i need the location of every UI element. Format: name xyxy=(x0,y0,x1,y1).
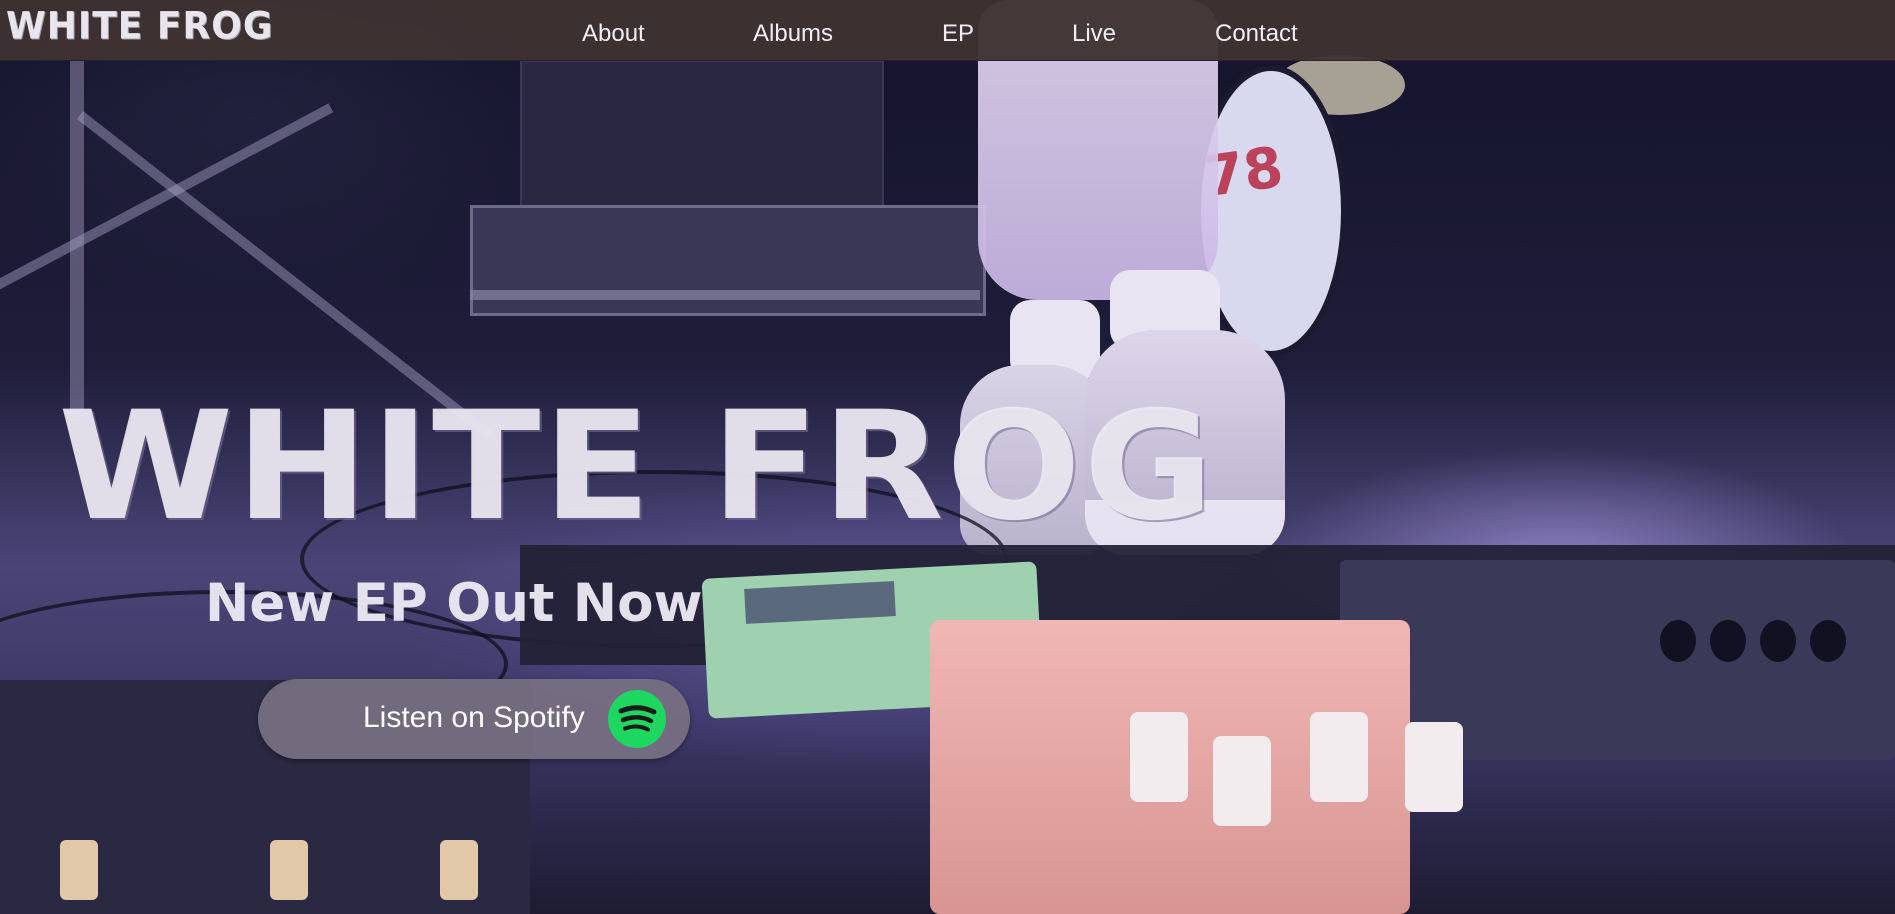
pedal-knob xyxy=(1710,620,1746,662)
listen-on-spotify-button[interactable]: Listen on Spotify xyxy=(258,679,690,759)
nav-link-contact[interactable]: Contact xyxy=(1215,20,1298,48)
nav-link-ep[interactable]: EP xyxy=(942,20,974,48)
pedal-knob xyxy=(1130,712,1188,802)
pedal-knob xyxy=(270,840,308,900)
pedal-knob xyxy=(60,840,98,900)
pedal-knob xyxy=(440,840,478,900)
amplifier xyxy=(520,60,884,214)
nav-link-live[interactable]: Live xyxy=(1072,20,1116,48)
pedal-knob xyxy=(1405,722,1463,812)
amp-case-trim xyxy=(470,290,980,300)
top-navbar: WHITE FROG About Albums EP Live Contact xyxy=(0,0,1895,61)
nav-links: About Albums EP Live Contact xyxy=(0,0,1895,60)
nav-link-about[interactable]: About xyxy=(582,20,645,48)
pedal-knob xyxy=(1213,736,1271,826)
pedal-knob xyxy=(1810,620,1846,662)
pedal-knob xyxy=(1310,712,1368,802)
hero-subtitle: New EP Out Now xyxy=(205,573,703,634)
spotify-button-label: Listen on Spotify xyxy=(363,701,585,734)
hero-title: WHITE FROG xyxy=(58,380,1216,554)
pedal-knob xyxy=(1660,620,1696,662)
pedal-knob xyxy=(1760,620,1796,662)
page: 78 WHITE FROG About Albums EP Live Conta… xyxy=(0,0,1895,914)
nav-link-albums[interactable]: Albums xyxy=(753,20,833,48)
spotify-icon xyxy=(608,690,666,748)
